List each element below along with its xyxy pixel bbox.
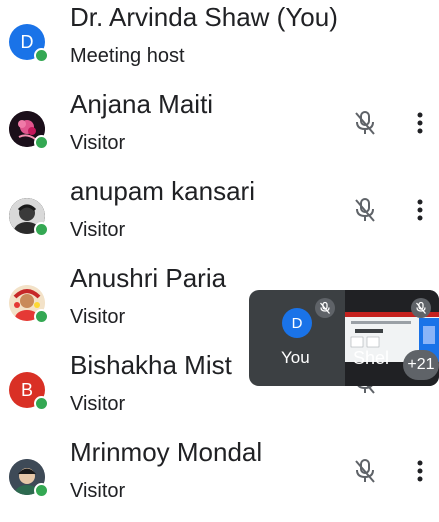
participant-role: Visitor: [70, 306, 126, 328]
share-label: Shel: [353, 348, 390, 368]
more-participants-badge[interactable]: +21: [403, 350, 439, 380]
online-status-dot: [34, 48, 49, 63]
screen-share-tile[interactable]: Shel +21: [345, 290, 439, 386]
more-vert-icon[interactable]: [411, 194, 429, 226]
participant-name: Bishakha Mist: [70, 350, 232, 380]
online-status-dot: [34, 396, 49, 411]
self-label: You: [281, 348, 310, 367]
online-status-dot: [34, 309, 49, 324]
participant-name: Anushri Paria: [70, 263, 227, 293]
participant-row[interactable]: Anjana Maiti Visitor: [0, 87, 439, 174]
self-avatar: D: [282, 308, 312, 338]
participant-name: Anjana Maiti: [70, 89, 214, 119]
participant-role: Visitor: [70, 480, 126, 502]
mic-off-icon: [315, 298, 335, 318]
participant-name: anupam kansari: [70, 176, 255, 206]
participant-row[interactable]: Mrinmoy Mondal Visitor: [0, 435, 439, 522]
participant-name: Mrinmoy Mondal: [70, 437, 263, 467]
participant-role: Visitor: [70, 393, 126, 415]
online-status-dot: [34, 135, 49, 150]
online-status-dot: [34, 222, 49, 237]
participant-name: Dr. Arvinda Shaw (You): [70, 2, 338, 32]
participant-role: Visitor: [70, 132, 126, 154]
participant-role: Visitor: [70, 219, 126, 241]
more-vert-icon[interactable]: [411, 455, 429, 487]
participant-row[interactable]: anupam kansari Visitor: [0, 174, 439, 261]
online-status-dot: [34, 483, 49, 498]
floating-self-view[interactable]: D You Shel +21: [249, 290, 439, 386]
self-tile[interactable]: D You: [249, 290, 345, 386]
mic-off-icon[interactable]: [353, 196, 377, 224]
more-vert-icon[interactable]: [411, 107, 429, 139]
participant-role: Meeting host: [70, 45, 185, 67]
participant-row-host[interactable]: D Dr. Arvinda Shaw (You) Meeting host: [0, 0, 439, 87]
mic-off-icon[interactable]: [353, 109, 377, 137]
mic-off-icon[interactable]: [353, 457, 377, 485]
mic-off-icon: [411, 298, 431, 318]
